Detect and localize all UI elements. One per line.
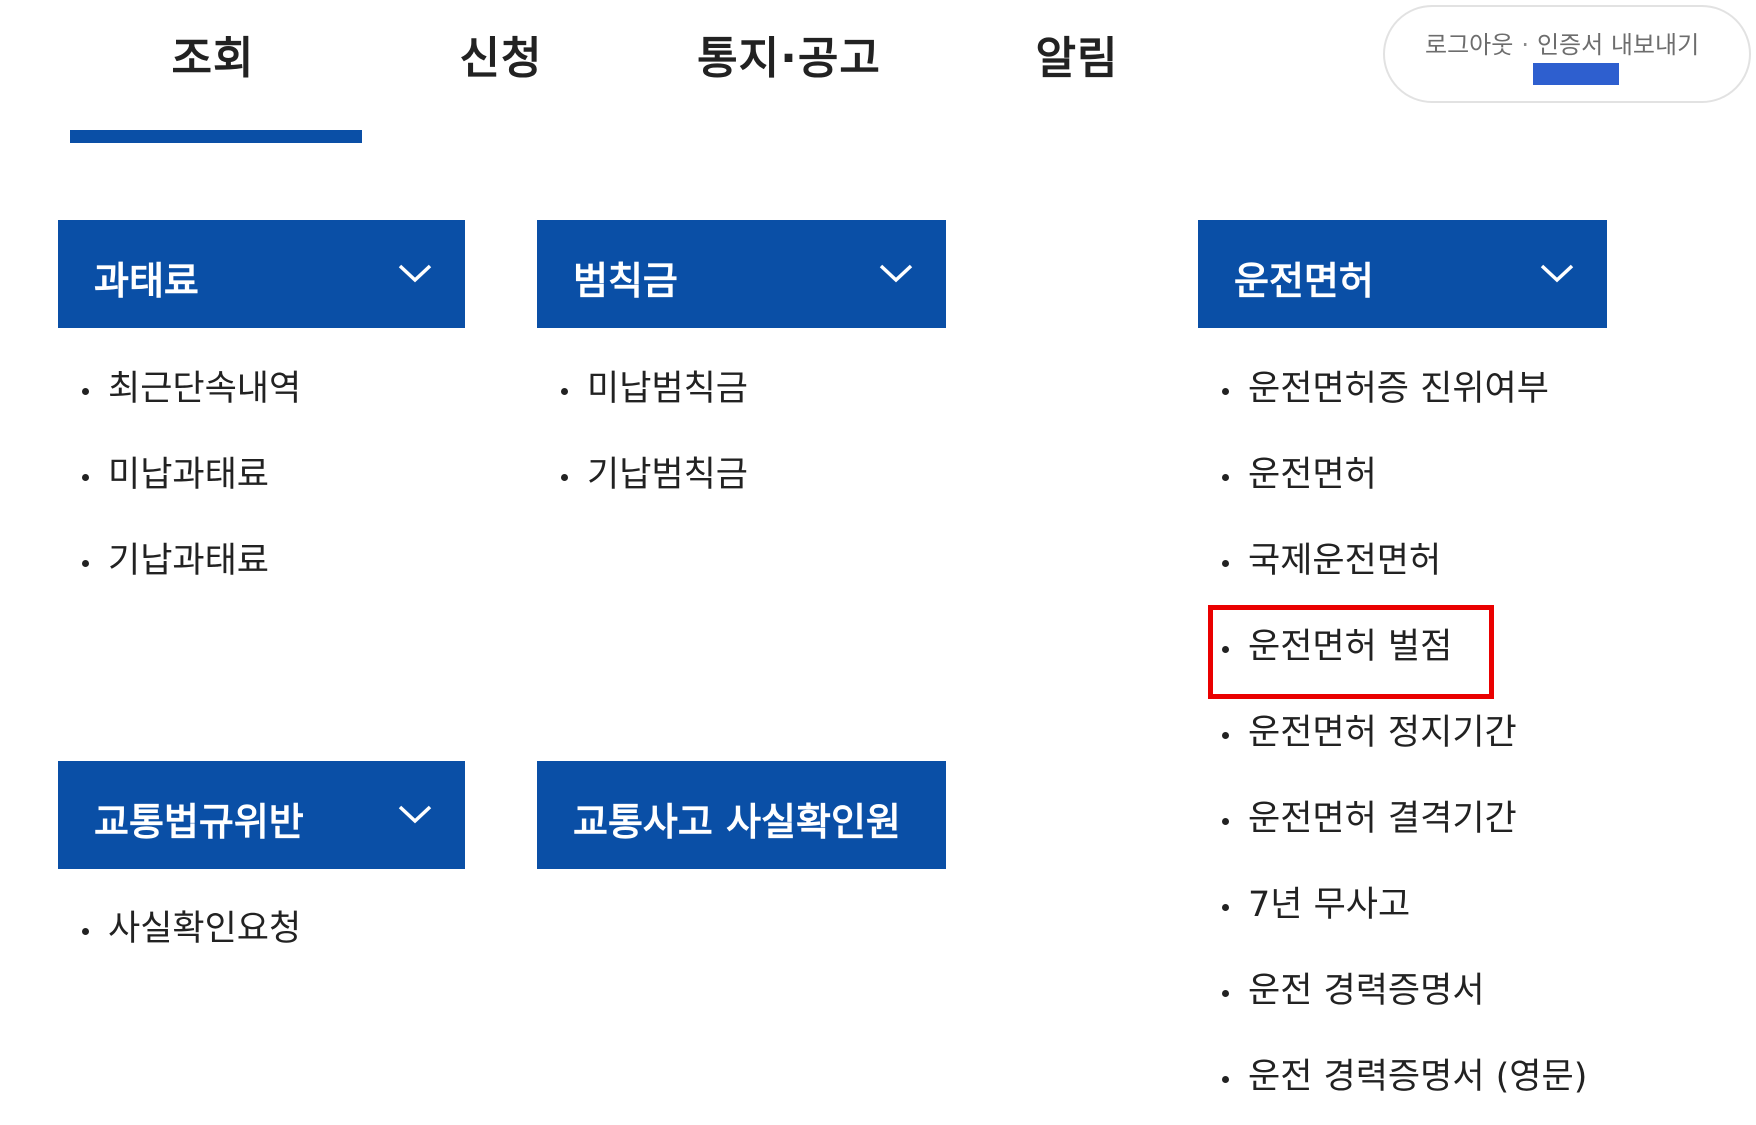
- list-item[interactable]: 운전면허증 진위여부: [1198, 346, 1587, 432]
- redaction-bar: [1533, 63, 1619, 85]
- list-item[interactable]: 기납범칙금: [537, 432, 748, 518]
- category-penalty-header[interactable]: 범칙금: [537, 220, 946, 328]
- chevron-down-icon: [398, 805, 432, 824]
- list-item[interactable]: 국제운전면허: [1198, 518, 1587, 604]
- list-item[interactable]: 사실확인요청: [58, 886, 301, 972]
- utility-separator: ·: [1521, 31, 1529, 59]
- category-fine-list: 최근단속내역 미납과태료 기납과태료: [58, 346, 301, 604]
- category-accident-title: 교통사고 사실확인원: [573, 800, 901, 844]
- category-license-title: 운전면허: [1234, 259, 1374, 303]
- list-item[interactable]: 운전 경력증명서: [1198, 948, 1587, 1034]
- category-fine-header[interactable]: 과태료: [58, 220, 465, 328]
- tab-notice[interactable]: 통지·공고: [644, 22, 934, 86]
- category-penalty-list: 미납범칙금 기납범칙금: [537, 346, 748, 518]
- chevron-down-icon: [1540, 264, 1574, 283]
- utility-menu: 로그아웃 · 인증서 내보내기: [1383, 5, 1751, 103]
- tab-inquiry[interactable]: 조회: [68, 22, 358, 86]
- list-item[interactable]: 운전면허 결격기간: [1198, 776, 1587, 862]
- list-item[interactable]: 미납범칙금: [537, 346, 748, 432]
- list-item[interactable]: 운전면허 정지기간: [1198, 690, 1587, 776]
- logout-link[interactable]: 로그아웃: [1425, 31, 1513, 59]
- category-violation-header[interactable]: 교통법규위반: [58, 761, 465, 869]
- category-license-header[interactable]: 운전면허: [1198, 220, 1607, 328]
- category-violation-title: 교통법규위반: [94, 800, 304, 844]
- category-violation-list: 사실확인요청: [58, 886, 301, 972]
- active-tab-indicator: [70, 130, 362, 143]
- chevron-down-icon: [879, 264, 913, 283]
- highlight-box: [1208, 605, 1494, 699]
- export-cert-link[interactable]: 인증서 내보내기: [1537, 31, 1699, 59]
- chevron-down-icon: [398, 264, 432, 283]
- tab-alerts[interactable]: 알림: [932, 22, 1222, 86]
- list-item[interactable]: 운전면허: [1198, 432, 1587, 518]
- tab-application[interactable]: 신청: [356, 22, 646, 86]
- category-penalty-title: 범칙금: [573, 259, 678, 303]
- category-fine-title: 과태료: [94, 259, 199, 303]
- list-item[interactable]: 최근단속내역: [58, 346, 301, 432]
- list-item[interactable]: 기납과태료: [58, 518, 301, 604]
- category-license-list: 운전면허증 진위여부 운전면허 국제운전면허 운전면허 벌점 운전면허 정지기간…: [1198, 346, 1587, 1120]
- list-item[interactable]: 운전 경력증명서 (영문): [1198, 1034, 1587, 1120]
- category-accident-header[interactable]: 교통사고 사실확인원: [537, 761, 946, 869]
- utility-links: 로그아웃 · 인증서 내보내기: [1425, 25, 1699, 60]
- list-item[interactable]: 미납과태료: [58, 432, 301, 518]
- list-item[interactable]: 7년 무사고: [1198, 862, 1587, 948]
